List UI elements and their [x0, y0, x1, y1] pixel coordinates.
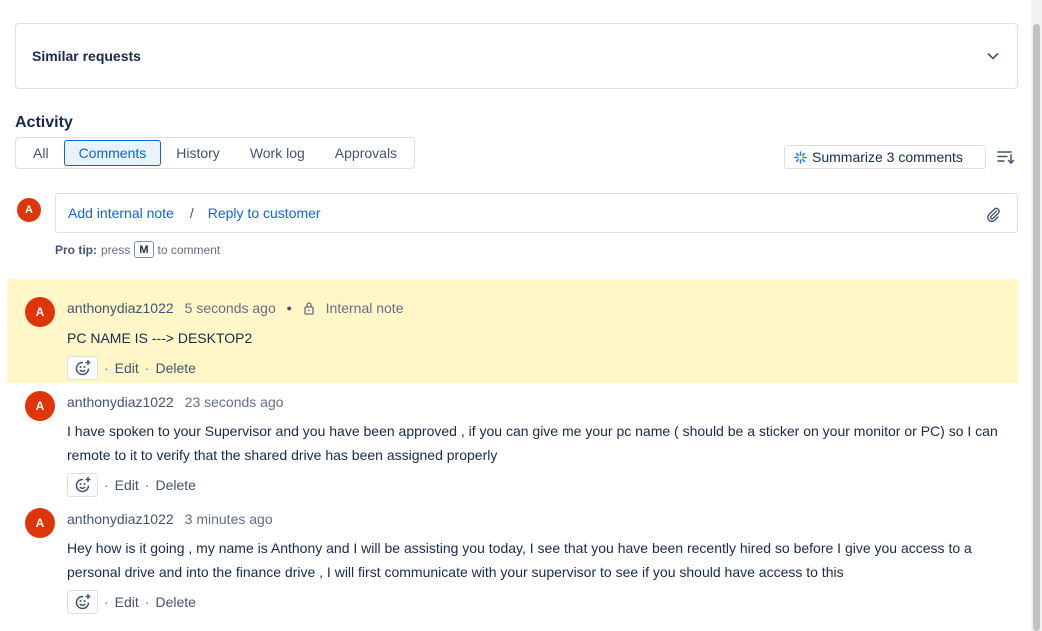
comment-item: A anthonydiaz1022 3 minutes ago Hey how …	[7, 492, 1018, 622]
action-separator: ·	[104, 594, 109, 610]
add-internal-note-link[interactable]: Add internal note	[68, 205, 174, 221]
comment-composer[interactable]: Add internal note / Reply to customer	[55, 193, 1018, 233]
avatar: A	[25, 508, 55, 538]
tab-approvals[interactable]: Approvals	[320, 140, 412, 166]
chevron-down-icon[interactable]	[985, 48, 1001, 64]
tab-history[interactable]: History	[161, 140, 235, 166]
delete-comment-button[interactable]: Delete	[155, 360, 195, 376]
comment-item: A anthonydiaz1022 5 seconds ago • Intern…	[7, 279, 1018, 383]
action-separator: ·	[144, 360, 150, 376]
action-separator: ·	[144, 477, 150, 493]
comment-body: Hey how is it going , my name is Anthony…	[67, 540, 972, 580]
comment-timestamp[interactable]: 3 minutes ago	[185, 511, 273, 527]
edit-comment-button[interactable]: Edit	[115, 594, 139, 610]
tab-work-log[interactable]: Work log	[235, 140, 320, 166]
delete-comment-button[interactable]: Delete	[155, 477, 195, 493]
tab-comments[interactable]: Comments	[63, 140, 162, 166]
comment-actions: · Edit · Delete	[67, 590, 196, 614]
edit-comment-button[interactable]: Edit	[115, 360, 139, 376]
scrollbar[interactable]	[1031, 0, 1042, 631]
similar-requests-panel[interactable]: Similar requests	[15, 23, 1018, 89]
sort-icon[interactable]	[997, 148, 1015, 166]
edit-comment-button[interactable]: Edit	[115, 477, 139, 493]
activity-heading: Activity	[15, 114, 73, 131]
pro-tip-after: to comment	[157, 242, 221, 257]
avatar: A	[25, 297, 55, 327]
keyboard-shortcut-key: M	[134, 241, 154, 258]
comment-visibility-label: Internal note	[325, 300, 404, 316]
avatar: A	[25, 391, 55, 421]
comment-item: A anthonydiaz1022 23 seconds ago I have …	[7, 375, 1018, 500]
header-dot-separator: •	[286, 300, 292, 316]
comment-header: anthonydiaz1022 3 minutes ago	[67, 511, 273, 527]
comment-body: I have spoken to your Supervisor and you…	[67, 423, 998, 463]
action-separator: ·	[144, 594, 150, 610]
pro-tip-before: press	[101, 242, 131, 257]
pro-tip-label: Pro tip:	[55, 242, 97, 257]
action-separator: ·	[104, 360, 109, 376]
summarize-comments-button[interactable]: Summarize 3 comments	[784, 145, 986, 169]
lock-icon	[303, 302, 314, 315]
action-separator: ·	[104, 477, 109, 493]
activity-tabs: All Comments History Work log Approvals	[15, 137, 416, 169]
comment-timestamp[interactable]: 23 seconds ago	[185, 394, 284, 410]
tab-all[interactable]: All	[18, 140, 64, 166]
comment-author[interactable]: anthonydiaz1022	[67, 300, 174, 316]
paperclip-icon[interactable]	[985, 206, 1001, 222]
comment-author[interactable]: anthonydiaz1022	[67, 394, 174, 410]
pro-tip: Pro tip: press M to comment	[55, 241, 220, 258]
comment-header: anthonydiaz1022 23 seconds ago	[67, 394, 284, 410]
comment-author[interactable]: anthonydiaz1022	[67, 511, 174, 527]
scrollbar-thumb[interactable]	[1033, 24, 1040, 631]
comment-header: anthonydiaz1022 5 seconds ago • Internal…	[67, 300, 403, 316]
add-reaction-button[interactable]	[67, 590, 98, 614]
ai-sparkle-icon	[794, 150, 807, 164]
reply-to-customer-link[interactable]: Reply to customer	[208, 205, 321, 221]
comment-body: PC NAME IS ---> DESKTOP2	[67, 330, 253, 346]
emoji-add-icon	[75, 594, 90, 610]
comment-timestamp[interactable]: 5 seconds ago	[185, 300, 276, 316]
summarize-label: Summarize 3 comments	[812, 149, 963, 165]
composer-separator: /	[189, 205, 194, 221]
similar-requests-title: Similar requests	[32, 48, 141, 64]
composer-avatar: A	[17, 198, 41, 222]
delete-comment-button[interactable]: Delete	[155, 594, 195, 610]
